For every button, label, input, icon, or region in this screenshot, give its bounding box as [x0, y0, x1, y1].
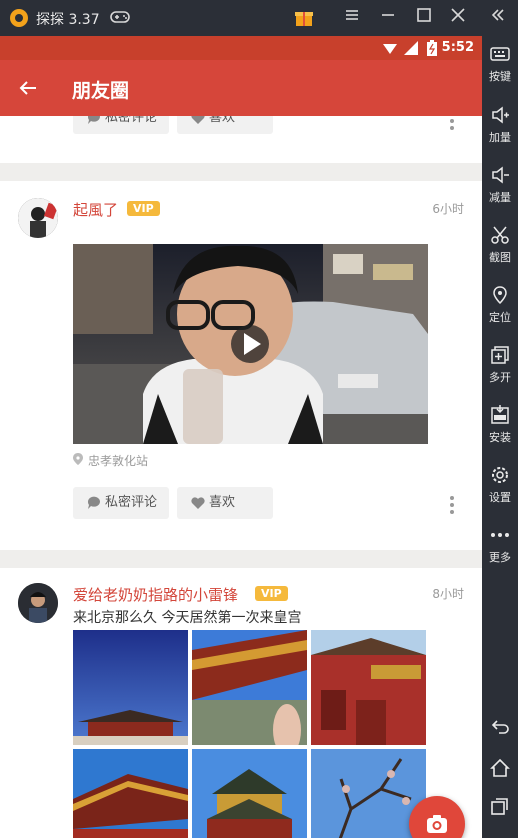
status-time: 5:52: [441, 40, 474, 55]
avatar[interactable]: [18, 583, 58, 623]
sidebar-keys-button[interactable]: 按键: [482, 44, 518, 84]
comment-label: 私密评论: [105, 116, 158, 125]
comment-bubble-icon: [87, 116, 100, 124]
comment-bubble-icon: [87, 496, 100, 509]
private-comment-button[interactable]: 私密评论: [73, 116, 169, 134]
camera-icon: [427, 815, 447, 833]
post-location[interactable]: 忠孝敦化站: [88, 452, 148, 469]
post-timestamp: 8小时: [432, 587, 464, 601]
gift-icon[interactable]: [292, 6, 316, 30]
sidebar-install-button[interactable]: 安装: [482, 405, 518, 445]
post-card: 起風了 VIP 6小时 忠孝敦化站 私密评论 喜欢: [0, 181, 482, 550]
sidebar-more-label: 更多: [489, 551, 511, 564]
sidebar-screenshot-label: 截图: [489, 251, 511, 264]
keyboard-icon: [490, 47, 510, 61]
apk-install-icon: [491, 405, 509, 424]
post-timestamp: 6小时: [432, 202, 464, 216]
post-photo[interactable]: [192, 630, 307, 745]
minimize-icon[interactable]: [376, 6, 400, 30]
post-card-partial: 私密评论 喜欢: [0, 116, 482, 163]
video-thumbnail[interactable]: [73, 244, 428, 444]
emulator-app-name: 探探 3.37: [36, 12, 100, 28]
comment-label: 私密评论: [105, 495, 158, 510]
wifi-icon: [383, 44, 397, 54]
vip-badge: VIP: [255, 586, 288, 601]
sidebar-multi-button[interactable]: 多开: [482, 345, 518, 385]
maximize-icon[interactable]: [412, 6, 436, 30]
home-icon: [490, 758, 510, 777]
android-status-bar: 5:52: [0, 36, 482, 60]
post-username[interactable]: 爱给老奶奶指路的小雷锋: [73, 584, 238, 605]
back-arrow-icon[interactable]: [18, 78, 38, 98]
page-title: 朋友圈: [72, 80, 130, 102]
like-label: 喜欢: [209, 495, 236, 510]
post-photo[interactable]: [192, 749, 307, 838]
like-button[interactable]: 喜欢: [177, 487, 273, 519]
android-recents-button[interactable]: [482, 796, 518, 820]
sidebar-location-button[interactable]: 定位: [482, 285, 518, 325]
signal-icon: [404, 41, 418, 55]
battery-icon: [427, 40, 437, 56]
back-arrow-icon: [491, 720, 509, 734]
like-button[interactable]: 喜欢: [177, 116, 273, 134]
sidebar-more-button[interactable]: 更多: [482, 525, 518, 565]
vip-badge: VIP: [127, 201, 160, 216]
post-photo[interactable]: [311, 630, 426, 745]
phone-screen: 5:52 朋友圈 私密评论 喜欢 起風了 VIP 6小时 忠孝敦化站 私密评论 …: [0, 36, 482, 838]
sidebar-screenshot-button[interactable]: 截图: [482, 225, 518, 265]
gear-icon: [492, 467, 508, 483]
scissors-icon: [491, 226, 509, 244]
heart-icon: [191, 116, 205, 124]
android-back-button[interactable]: [482, 716, 518, 740]
location-pin-icon: [493, 286, 507, 305]
emulator-sidebar: 按键 加量 减量 截图 定位 多开 安装 设置 更多: [482, 36, 518, 838]
more-options-icon[interactable]: [450, 116, 454, 130]
post-username[interactable]: 起風了: [73, 199, 118, 220]
sidebar-settings-label: 设置: [489, 491, 511, 504]
menu-icon[interactable]: [340, 6, 364, 30]
sidebar-multi-label: 多开: [489, 371, 511, 384]
volume-up-icon: [492, 106, 509, 124]
post-photo[interactable]: [73, 630, 188, 745]
sidebar-settings-button[interactable]: 设置: [482, 465, 518, 505]
multi-instance-icon: [491, 346, 509, 364]
sidebar-keys-label: 按键: [489, 70, 511, 83]
private-comment-button[interactable]: 私密评论: [73, 487, 169, 519]
collapse-sidebar-icon[interactable]: [486, 6, 510, 30]
close-icon[interactable]: [446, 6, 470, 30]
sidebar-volume-up-button[interactable]: 加量: [482, 105, 518, 145]
recents-icon: [491, 798, 508, 815]
moments-feed[interactable]: 私密评论 喜欢 起風了 VIP 6小时 忠孝敦化站 私密评论 喜欢 爱给老奶奶指…: [0, 116, 482, 838]
app-bar: 朋友圈: [0, 60, 482, 116]
post-text: 来北京那么久 今天居然第一次来皇宫: [73, 610, 302, 626]
avatar[interactable]: [18, 198, 58, 238]
sidebar-install-label: 安装: [489, 431, 511, 444]
post-photo[interactable]: [73, 749, 188, 838]
gamepad-icon[interactable]: [108, 6, 132, 30]
sidebar-volume-up-label: 加量: [489, 131, 511, 144]
app-logo-icon: [10, 9, 28, 27]
heart-icon: [191, 497, 205, 509]
location-pin-icon: [73, 453, 83, 465]
sidebar-volume-down-label: 减量: [489, 191, 511, 204]
post-card: 爱给老奶奶指路的小雷锋 VIP 8小时 来北京那么久 今天居然第一次来皇宫: [0, 568, 482, 838]
sidebar-location-label: 定位: [489, 311, 511, 324]
more-options-icon[interactable]: [450, 496, 454, 514]
android-home-button[interactable]: [482, 758, 518, 782]
emulator-title-bar: 探探 3.37: [0, 0, 518, 36]
sidebar-volume-down-button[interactable]: 减量: [482, 165, 518, 205]
more-dots-icon: [491, 533, 509, 537]
like-label: 喜欢: [209, 116, 236, 125]
volume-down-icon: [492, 166, 509, 184]
